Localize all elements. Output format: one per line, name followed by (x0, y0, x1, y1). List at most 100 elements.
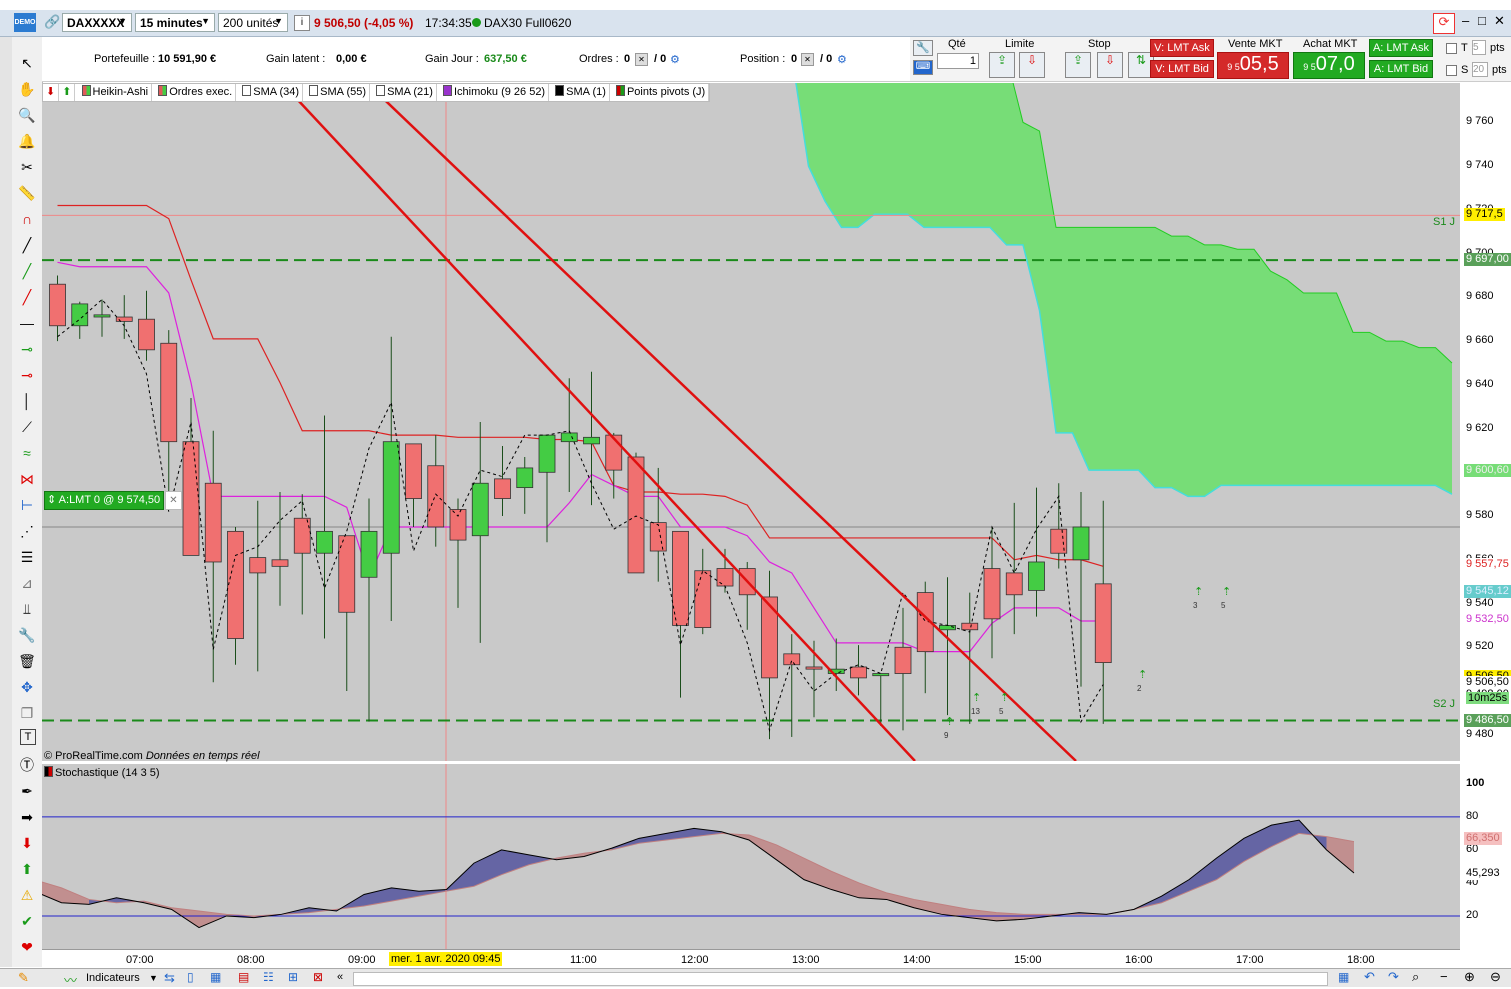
demo-badge[interactable]: DEMO (14, 13, 36, 32)
segment-icon[interactable]: ⟋ (17, 417, 37, 437)
check-icon[interactable]: ✔ (17, 911, 37, 931)
indicateurs-button[interactable]: Indicateurs (86, 972, 140, 984)
v-lmt-ask-button[interactable]: V: LMT Ask (1150, 39, 1214, 57)
wrench-icon[interactable]: 🔧 (17, 625, 37, 645)
line-icon[interactable]: ╱ (17, 235, 37, 255)
refresh-icon[interactable]: ⟳ (1433, 13, 1455, 34)
arrow-up-icon[interactable]: ⬆ (17, 859, 37, 879)
limite-sell-button[interactable]: ⇩ (1019, 52, 1045, 78)
ordres-cancel-icon[interactable]: ✕ (635, 53, 648, 66)
warning-icon[interactable]: ⚠ (17, 885, 37, 905)
arrow-down-icon[interactable]: ⬇ (17, 833, 37, 853)
gann-icon[interactable]: ⊿ (17, 573, 37, 593)
calendar-icon[interactable]: ▦ (210, 970, 221, 984)
screener-icon[interactable]: ⊞ (288, 970, 298, 984)
drag-handle-icon[interactable]: ⇕ (47, 494, 56, 506)
move-icon[interactable]: ✥ (17, 677, 37, 697)
keyboard-icon[interactable]: ⌨ (913, 60, 933, 75)
trash-icon[interactable]: 🗑 (17, 651, 37, 671)
stop-buy-button[interactable]: ⇪ (1065, 52, 1091, 78)
legend-expand-icon[interactable]: ⬆ (59, 84, 76, 101)
crosshair-icon[interactable]: ✂ (17, 157, 37, 177)
zoom-icon[interactable]: 🔍 (17, 105, 37, 125)
share-icon[interactable]: ⇆ (164, 970, 175, 986)
calendar-nav-icon[interactable]: ▦ (1338, 970, 1349, 984)
info-icon[interactable]: i (294, 15, 310, 31)
alert-icon[interactable]: 🔔 (17, 131, 37, 151)
zoom-in-icon[interactable]: ⊕ (1464, 969, 1475, 985)
link-icon[interactable]: 🔗 (44, 14, 60, 30)
ordres-settings-icon[interactable]: ⚙ (670, 53, 680, 66)
s-checkbox[interactable] (1446, 65, 1457, 76)
undo-icon[interactable]: ↶ (1364, 969, 1375, 985)
magnet-icon[interactable]: ∩ (17, 209, 37, 229)
export-icon[interactable]: ⊠ (313, 970, 323, 984)
red-line-icon[interactable]: ╱ (17, 287, 37, 307)
pen-icon[interactable]: ✒ (17, 781, 37, 801)
fib-icon[interactable]: ⊢ (17, 495, 37, 515)
chevron-down-icon[interactable]: ▼ (149, 973, 158, 983)
hand-icon[interactable]: ✋ (17, 79, 37, 99)
legend-item[interactable]: Heikin-Ashi (79, 84, 153, 101)
v-lmt-bid-button[interactable]: V: LMT Bid (1150, 60, 1214, 78)
maximize-icon[interactable]: □ (1478, 13, 1486, 28)
list-icon[interactable]: ☷ (263, 970, 274, 984)
panel-divider[interactable] (42, 761, 1511, 764)
achat-mkt-button[interactable]: 9 507,0 (1293, 52, 1365, 79)
limite-buy-button[interactable]: ⇪ (989, 52, 1015, 78)
legend-item[interactable]: Points pivots (J) (613, 84, 710, 101)
position-settings-icon[interactable]: ⚙ (837, 53, 847, 66)
green-line-icon[interactable]: ╱ (17, 261, 37, 281)
legend-collapse-icon[interactable]: ⬇ (43, 84, 60, 101)
channel-icon[interactable]: ≈ (17, 443, 37, 463)
horizontal-scrollbar[interactable] (353, 972, 1328, 986)
vline-icon[interactable]: │ (17, 391, 37, 411)
zoom-out-icon[interactable]: − (1440, 969, 1448, 984)
heart-icon[interactable]: ❤ (17, 937, 37, 957)
a-lmt-bid-button[interactable]: A: LMT Bid (1369, 60, 1433, 78)
t-checkbox[interactable] (1446, 43, 1457, 54)
tools-icon[interactable] (17, 599, 37, 619)
wrench-settings-icon[interactable]: 🔧 (913, 40, 933, 56)
scroll-left-icon[interactable]: « (337, 971, 343, 983)
qty-input[interactable] (937, 53, 979, 69)
chart-type-icon[interactable]: 〰 (64, 970, 77, 989)
fan-icon[interactable]: ⋰ (17, 521, 37, 541)
price-axis[interactable]: 9 7609 7409 7209 7009 6809 6609 6409 620… (1460, 83, 1511, 949)
t-input[interactable] (1472, 40, 1486, 55)
s-input[interactable] (1472, 62, 1488, 77)
text-icon[interactable]: T (20, 729, 36, 745)
position-cancel-icon[interactable]: ✕ (801, 53, 814, 66)
time-axis[interactable]: 07:0008:0009:0010:0011:0012:0013:0014:00… (42, 949, 1460, 969)
legend-item[interactable]: SMA (21) (373, 84, 437, 101)
order-cancel-icon[interactable]: ✕ (165, 491, 182, 510)
legend-item[interactable]: SMA (55) (306, 84, 371, 101)
grid-icon[interactable]: ☰ (17, 547, 37, 567)
order-tag[interactable]: ⇕ A:LMT 0 @ 9 574,50 (44, 491, 165, 510)
legend-item[interactable]: Ichimoku (9 26 52) (440, 84, 550, 101)
timeframe-select[interactable]: 15 minutes ▼ (135, 13, 215, 32)
legend-item[interactable]: SMA (34) (239, 84, 304, 101)
price-chart[interactable]: ⇡ 9 ⇡ 13 ⇡ 5 ⇡ 2 ⇡ 3 ⇡ 5 (42, 83, 1460, 761)
stoch-title[interactable]: Stochastique (14 3 5) (44, 766, 160, 779)
table-icon[interactable]: ▤ (238, 970, 249, 984)
ruler-icon[interactable]: 📏 (17, 183, 37, 203)
stochastic-chart[interactable] (42, 764, 1460, 949)
zoom-fit-icon[interactable]: ⌕ (1412, 969, 1419, 985)
legend-item[interactable]: SMA (1) (552, 84, 610, 101)
vente-mkt-button[interactable]: 9 505,5 (1217, 52, 1289, 79)
zoom-minus-icon[interactable]: ⊖ (1490, 969, 1501, 985)
pencil-icon[interactable]: ✎ (18, 970, 29, 986)
hline-icon[interactable]: — (17, 313, 37, 333)
redo-icon[interactable]: ↷ (1388, 969, 1399, 985)
layout-icon[interactable]: ▯ (187, 970, 194, 984)
triangle-icon[interactable]: ⋈ (17, 469, 37, 489)
circle-text-icon[interactable]: Ⓣ (17, 755, 37, 775)
a-lmt-ask-button[interactable]: A: LMT Ask (1369, 39, 1433, 57)
units-select[interactable]: 200 unités ▼ (218, 13, 288, 32)
instrument-select[interactable]: DAXXXXX ▼ (62, 13, 132, 32)
red-hline-icon[interactable]: ⊸ (17, 365, 37, 385)
arrow-right-icon[interactable]: ➡ (17, 807, 37, 827)
legend-item[interactable]: Ordres exec. (155, 84, 237, 101)
close-icon[interactable]: ✕ (1494, 13, 1505, 29)
